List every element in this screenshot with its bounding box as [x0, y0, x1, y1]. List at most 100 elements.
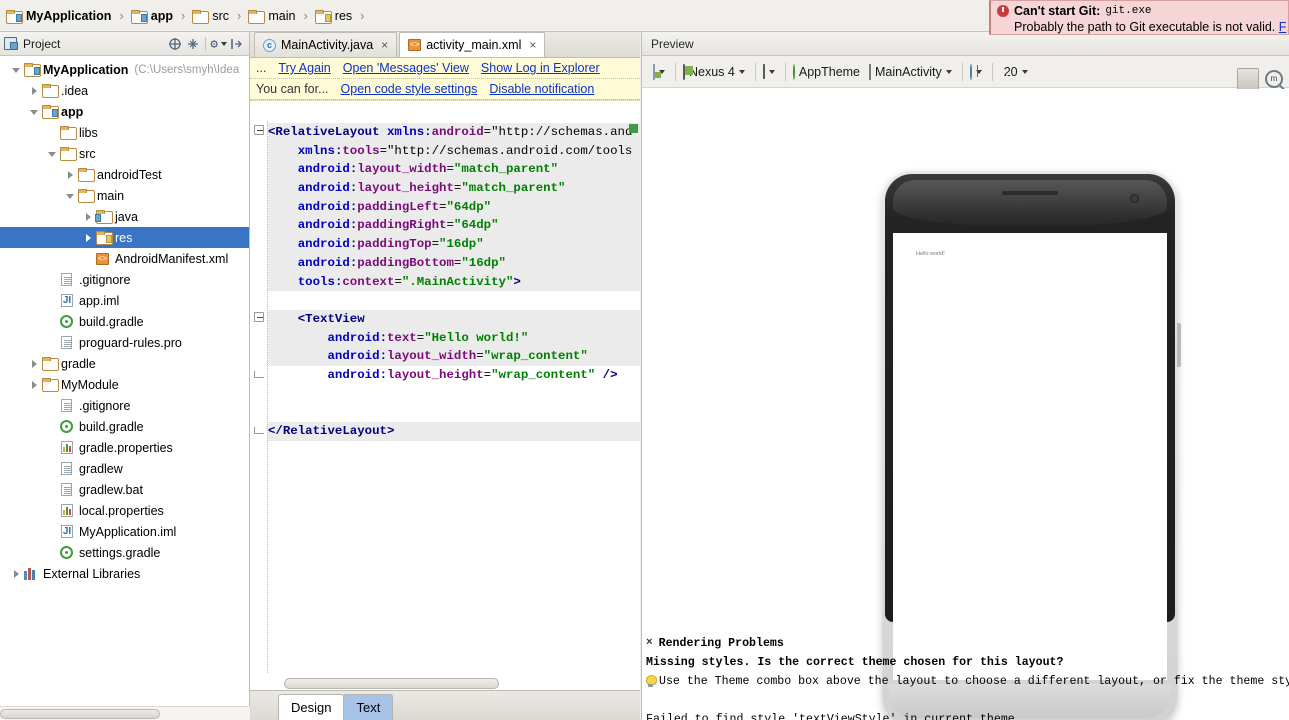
module-icon — [23, 62, 41, 77]
tree-expand-arrow[interactable] — [28, 84, 41, 97]
tree-node-proguard-rules-pro[interactable]: proguard-rules.pro — [0, 332, 249, 353]
breadcrumb-item-app[interactable]: app › — [130, 0, 193, 32]
collapse-all-icon[interactable] — [166, 35, 184, 53]
tree-node-build-gradle[interactable]: build.gradle — [0, 311, 249, 332]
git-error-link[interactable]: F — [1279, 20, 1287, 34]
breadcrumb-item-main[interactable]: main › — [248, 0, 314, 32]
tree-expand-arrow[interactable] — [28, 357, 41, 370]
tree-expand-arrow[interactable] — [28, 378, 41, 391]
tree-node-gradle-properties[interactable]: gradle.properties — [0, 437, 249, 458]
tree-node-app[interactable]: app — [0, 101, 249, 122]
breadcrumb-separator: › — [181, 8, 186, 23]
tree-expand-arrow[interactable] — [10, 567, 23, 580]
close-icon[interactable]: × — [646, 634, 653, 653]
chevron-down-icon — [768, 69, 775, 74]
breadcrumb-item-myapplication[interactable]: MyApplication › — [6, 0, 131, 32]
settings-gear-icon[interactable] — [209, 35, 227, 53]
scrollbar-thumb[interactable] — [284, 678, 499, 689]
editor-tab-activity-main-xml[interactable]: <> activity_main.xml × — [399, 32, 546, 57]
scroll-from-source-icon[interactable] — [184, 35, 202, 53]
breadcrumb-item-res[interactable]: res › — [314, 0, 372, 32]
tree-node-src[interactable]: src — [0, 143, 249, 164]
code-fold-toggle-icon[interactable] — [254, 368, 264, 379]
tree-node-java[interactable]: java — [0, 206, 249, 227]
tree-expand-arrow[interactable] — [46, 147, 59, 160]
code-line: android:paddingLeft="64dp" — [268, 197, 640, 217]
file-icon — [59, 461, 75, 476]
notification-link-try-again[interactable]: Try Again — [278, 61, 330, 75]
notification-link-open-messages-view[interactable]: Open 'Messages' View — [343, 61, 469, 75]
close-icon[interactable]: × — [381, 38, 388, 52]
tree-node-gitignore[interactable]: .gitignore — [0, 269, 249, 290]
zoom-tool-button[interactable]: m — [1265, 70, 1283, 88]
close-icon[interactable]: × — [529, 38, 536, 52]
notification-link-open-code-style-settings[interactable]: Open code style settings — [341, 82, 478, 96]
tree-node-myapplication[interactable]: MyApplication (C:\Users\smyh\Idea — [0, 59, 249, 80]
code-line: android:layout_height="match_parent" — [268, 179, 640, 198]
project-horizontal-scrollbar[interactable] — [0, 706, 250, 720]
preview-toolbar-orientation[interactable] — [760, 60, 781, 84]
code-fold-toggle-icon[interactable] — [254, 312, 264, 322]
tab-design[interactable]: Design — [278, 694, 345, 720]
tree-node-gradlew[interactable]: gradlew — [0, 458, 249, 479]
render-preview-button[interactable] — [1237, 68, 1259, 90]
preview-toolbar-20[interactable]: 20 — [997, 60, 1034, 84]
tree-node-res[interactable]: res — [0, 227, 249, 248]
device-screen[interactable]: Hello world! — [893, 233, 1167, 680]
breadcrumb-label: app — [150, 8, 173, 23]
preview-panel-header: Preview — [642, 32, 1289, 56]
folder-module-icon — [130, 9, 148, 24]
tree-expand-arrow[interactable] — [64, 168, 77, 181]
tree-node-local-properties[interactable]: local.properties — [0, 500, 249, 521]
front-camera-icon — [1130, 194, 1139, 203]
file-icon — [59, 398, 75, 413]
preview-canvas[interactable]: Hello world! × Rendering Problems Missin… — [642, 89, 1289, 720]
tree-node-gitignore[interactable]: .gitignore — [0, 395, 249, 416]
tab-label: Design — [291, 700, 332, 715]
code-fold-toggle-icon[interactable] — [254, 424, 264, 435]
notification-link-show-log-in-explorer[interactable]: Show Log in Explorer — [481, 61, 600, 75]
xml-source-code[interactable]: <RelativeLayout xmlns:android="http://sc… — [268, 121, 640, 673]
preview-toolbar-configuration-file[interactable] — [650, 60, 671, 84]
hide-panel-icon[interactable] — [227, 35, 245, 53]
git-error-notification[interactable]: Can't start Git: git.exe Probably the pa… — [989, 0, 1289, 35]
tree-node-myapplication-iml[interactable]: JI MyApplication.iml — [0, 521, 249, 542]
tree-node-mymodule[interactable]: MyModule — [0, 374, 249, 395]
tree-node-androidtest[interactable]: androidTest — [0, 164, 249, 185]
preview-toolbar-nexus-4[interactable]: Nexus 4 — [680, 60, 751, 84]
tree-node-app-iml[interactable]: JI app.iml — [0, 290, 249, 311]
tree-expand-arrow[interactable] — [64, 189, 77, 202]
toolbar-divider — [205, 36, 206, 51]
code-fold-toggle-icon[interactable] — [254, 125, 264, 135]
scrollbar-thumb[interactable] — [0, 709, 160, 719]
tree-node-external-libraries[interactable]: External Libraries — [0, 563, 249, 584]
editor-tab-mainactivity-java[interactable]: c MainActivity.java × — [254, 32, 398, 57]
tree-node-main[interactable]: main — [0, 185, 249, 206]
tab-text[interactable]: Text — [343, 694, 394, 720]
rendering-problems-tip: Use the Theme combo box above the layout… — [659, 675, 1289, 688]
editor-horizontal-scrollbar[interactable] — [274, 678, 626, 690]
preview-toolbar-apptheme[interactable]: AppTheme — [790, 60, 866, 84]
preview-toolbar-locale-globe[interactable] — [967, 60, 988, 84]
folder-icon — [77, 167, 95, 182]
tree-node-settings-gradle[interactable]: settings.gradle — [0, 542, 249, 563]
tree-expand-arrow[interactable] — [82, 231, 95, 244]
project-tree[interactable]: MyApplication (C:\Users\smyh\Idea .idea app… — [0, 56, 249, 706]
editor-tab-label: MainActivity.java — [281, 38, 374, 52]
tree-expand-arrow[interactable] — [10, 63, 23, 76]
notification-link-disable-notification[interactable]: Disable notification — [489, 82, 594, 96]
tree-node-gradlew-bat[interactable]: gradlew.bat — [0, 479, 249, 500]
tree-expand-arrow[interactable] — [28, 105, 41, 118]
file-icon — [59, 335, 75, 350]
tree-node-idea[interactable]: .idea — [0, 80, 249, 101]
breadcrumb-item-src[interactable]: src › — [192, 0, 248, 32]
tree-expand-arrow[interactable] — [82, 210, 95, 223]
tree-node-androidmanifest-xml[interactable]: <> AndroidManifest.xml — [0, 248, 249, 269]
code-editor[interactable]: <RelativeLayout xmlns:android="http://sc… — [250, 121, 640, 673]
tree-node-build-gradle[interactable]: build.gradle — [0, 416, 249, 437]
preview-toolbar-mainactivity[interactable]: MainActivity — [866, 60, 958, 84]
tree-node-libs[interactable]: libs — [0, 122, 249, 143]
tree-node-gradle[interactable]: gradle — [0, 353, 249, 374]
preview-toolbar-label: MainActivity — [875, 64, 942, 79]
